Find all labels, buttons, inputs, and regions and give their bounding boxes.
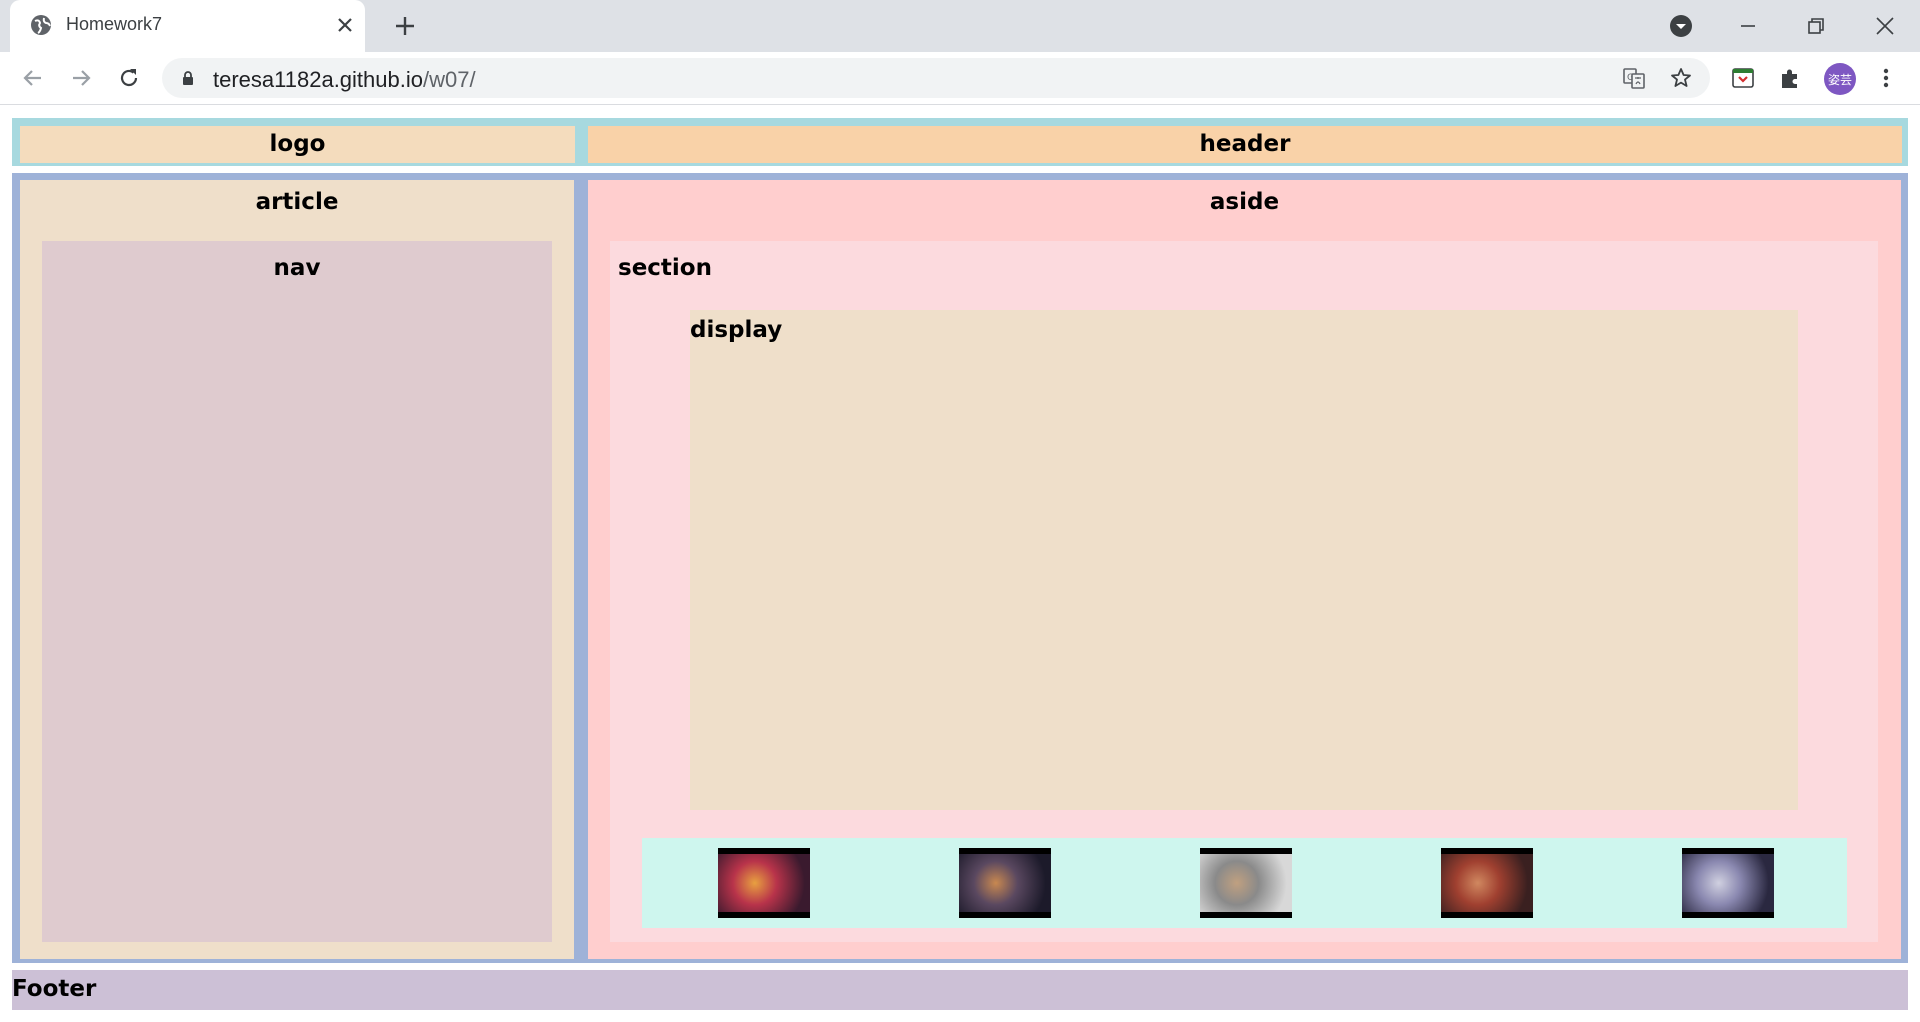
video-thumbnail-1[interactable] <box>718 848 810 918</box>
window-close-icon[interactable] <box>1867 8 1903 44</box>
header-label: header <box>1199 131 1291 157</box>
display-box: display <box>690 310 1798 810</box>
back-arrow-icon[interactable] <box>19 64 47 92</box>
tab-search-icon[interactable] <box>1663 8 1699 44</box>
aside-label: aside <box>1209 189 1280 215</box>
video-thumbnail-image <box>1200 854 1292 912</box>
video-thumbnail-2[interactable] <box>959 848 1051 918</box>
header-box: header <box>588 126 1902 163</box>
restore-icon[interactable] <box>1798 8 1834 44</box>
logo-box: logo <box>20 126 575 163</box>
browser-toolbar: teresa1182a.github.io/w07/ G 姿芸 <box>0 52 1920 105</box>
video-thumbnail-5[interactable] <box>1682 848 1774 918</box>
video-thumbnail-image <box>1441 854 1533 912</box>
section-label: section <box>618 255 712 281</box>
header-wrapper: logo header <box>12 118 1908 166</box>
translate-icon[interactable]: G <box>1622 66 1646 90</box>
web-page: logo header article nav aside section di… <box>0 105 1920 1022</box>
extension-pocket-icon[interactable] <box>1730 65 1756 91</box>
bookmark-star-icon[interactable] <box>1669 66 1693 90</box>
forward-arrow-icon[interactable] <box>67 64 95 92</box>
lock-icon[interactable] <box>180 70 196 86</box>
url-host: teresa1182a.github.io <box>213 67 423 92</box>
menu-kebab-icon[interactable] <box>1873 65 1899 91</box>
footer-label: Footer <box>12 976 97 1002</box>
new-tab-plus-icon[interactable] <box>392 13 418 39</box>
reload-icon[interactable] <box>115 64 143 92</box>
article-box: article nav <box>20 180 574 959</box>
section-box: section display <box>610 241 1878 942</box>
minimize-icon[interactable] <box>1730 8 1766 44</box>
tab-title: Homework7 <box>66 14 163 34</box>
logo-label: logo <box>269 131 326 157</box>
video-thumbnail-image <box>718 854 810 912</box>
footer-box: Footer <box>12 970 1908 1010</box>
nav-label: nav <box>273 255 321 281</box>
url-path: /w07/ <box>422 67 476 92</box>
video-thumbnail-4[interactable] <box>1441 848 1533 918</box>
close-tab-icon[interactable] <box>334 14 356 36</box>
thumbnail-strip <box>642 838 1847 928</box>
globe-icon <box>31 15 51 35</box>
article-label: article <box>255 189 339 215</box>
main-wrapper: article nav aside section display <box>12 173 1908 963</box>
aside-box: aside section display <box>588 180 1901 959</box>
video-thumbnail-image <box>1682 854 1774 912</box>
display-label: display <box>690 317 783 343</box>
address-bar[interactable]: teresa1182a.github.io/w07/ G <box>162 58 1710 98</box>
nav-box: nav <box>42 241 552 942</box>
profile-avatar[interactable]: 姿芸 <box>1824 63 1856 95</box>
extensions-puzzle-icon[interactable] <box>1777 65 1803 91</box>
browser-tab[interactable]: Homework7 <box>10 0 365 52</box>
tab-strip: Homework7 <box>0 0 1920 52</box>
video-thumbnail-3[interactable] <box>1200 848 1292 918</box>
video-thumbnail-image <box>959 854 1051 912</box>
url-text[interactable]: teresa1182a.github.io/w07/ <box>213 67 476 93</box>
